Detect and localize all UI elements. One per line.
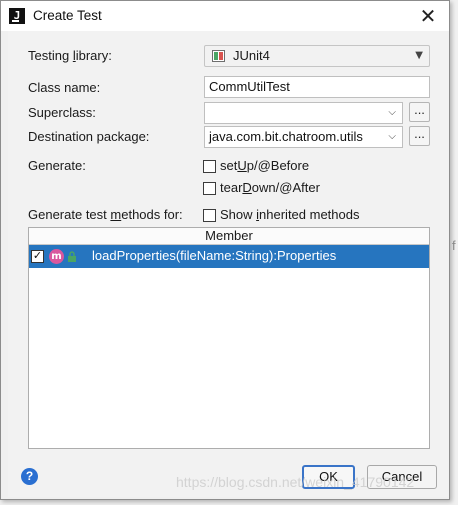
destination-package-label: Destination package: [28,129,150,144]
method-signature: loadProperties(fileName:String):Properti… [92,248,337,263]
show-inherited-checkbox[interactable] [203,209,216,222]
class-name-label: Class name: [28,80,101,95]
junit-library-icon [212,50,225,62]
methods-label: Generate test methods for: [28,207,183,222]
superclass-label: Superclass: [28,105,96,120]
destination-package-value: java.com.bit.chatroom.utils [209,129,363,144]
chevron-down-icon: ⌵ [388,131,396,142]
superclass-browse-button[interactable]: ... [409,102,430,122]
watermark-text: https://blog.csdn.net/weixin_41790142 [176,474,415,490]
title-bar: J Create Test ✕ [1,1,449,31]
generate-label: Generate: [28,158,86,173]
testing-library-value: JUnit4 [233,48,270,63]
teardown-label: tearDown/@After [220,180,320,195]
setup-checkbox[interactable] [203,160,216,173]
method-icon: m [49,249,64,264]
teardown-checkbox[interactable] [203,182,216,195]
dialog-content: Testing library: JUnit4 ▼ Class name: Co… [8,31,449,497]
background-edge-text: f [452,238,456,253]
testing-library-label: Testing library: [28,48,112,63]
close-icon[interactable]: ✕ [417,5,439,27]
create-test-dialog: J Create Test ✕ Testing library: JUnit4 … [0,0,450,500]
help-icon[interactable]: ? [21,468,38,485]
setup-label: setUp/@Before [220,158,310,173]
member-column-header[interactable]: Member [29,228,429,245]
chevron-down-icon: ▼ [415,50,423,61]
superclass-combo[interactable]: ⌵ [204,102,403,124]
members-table[interactable]: Member ✓ m loadProperties(fileName:Strin… [28,227,430,449]
testing-library-select[interactable]: JUnit4 ▼ [204,45,430,67]
intellij-app-icon: J [9,8,25,24]
row-checkbox[interactable]: ✓ [31,250,44,263]
destination-browse-button[interactable]: ... [409,126,430,146]
show-inherited-label: Show inherited methods [220,207,360,222]
chevron-down-icon: ⌵ [388,107,396,118]
lock-icon [68,251,76,262]
destination-package-combo[interactable]: java.com.bit.chatroom.utils ⌵ [204,126,403,148]
class-name-input[interactable]: CommUtilTest [204,76,430,98]
table-row[interactable]: ✓ m loadProperties(fileName:String):Prop… [29,245,429,268]
dialog-title: Create Test [33,8,102,23]
